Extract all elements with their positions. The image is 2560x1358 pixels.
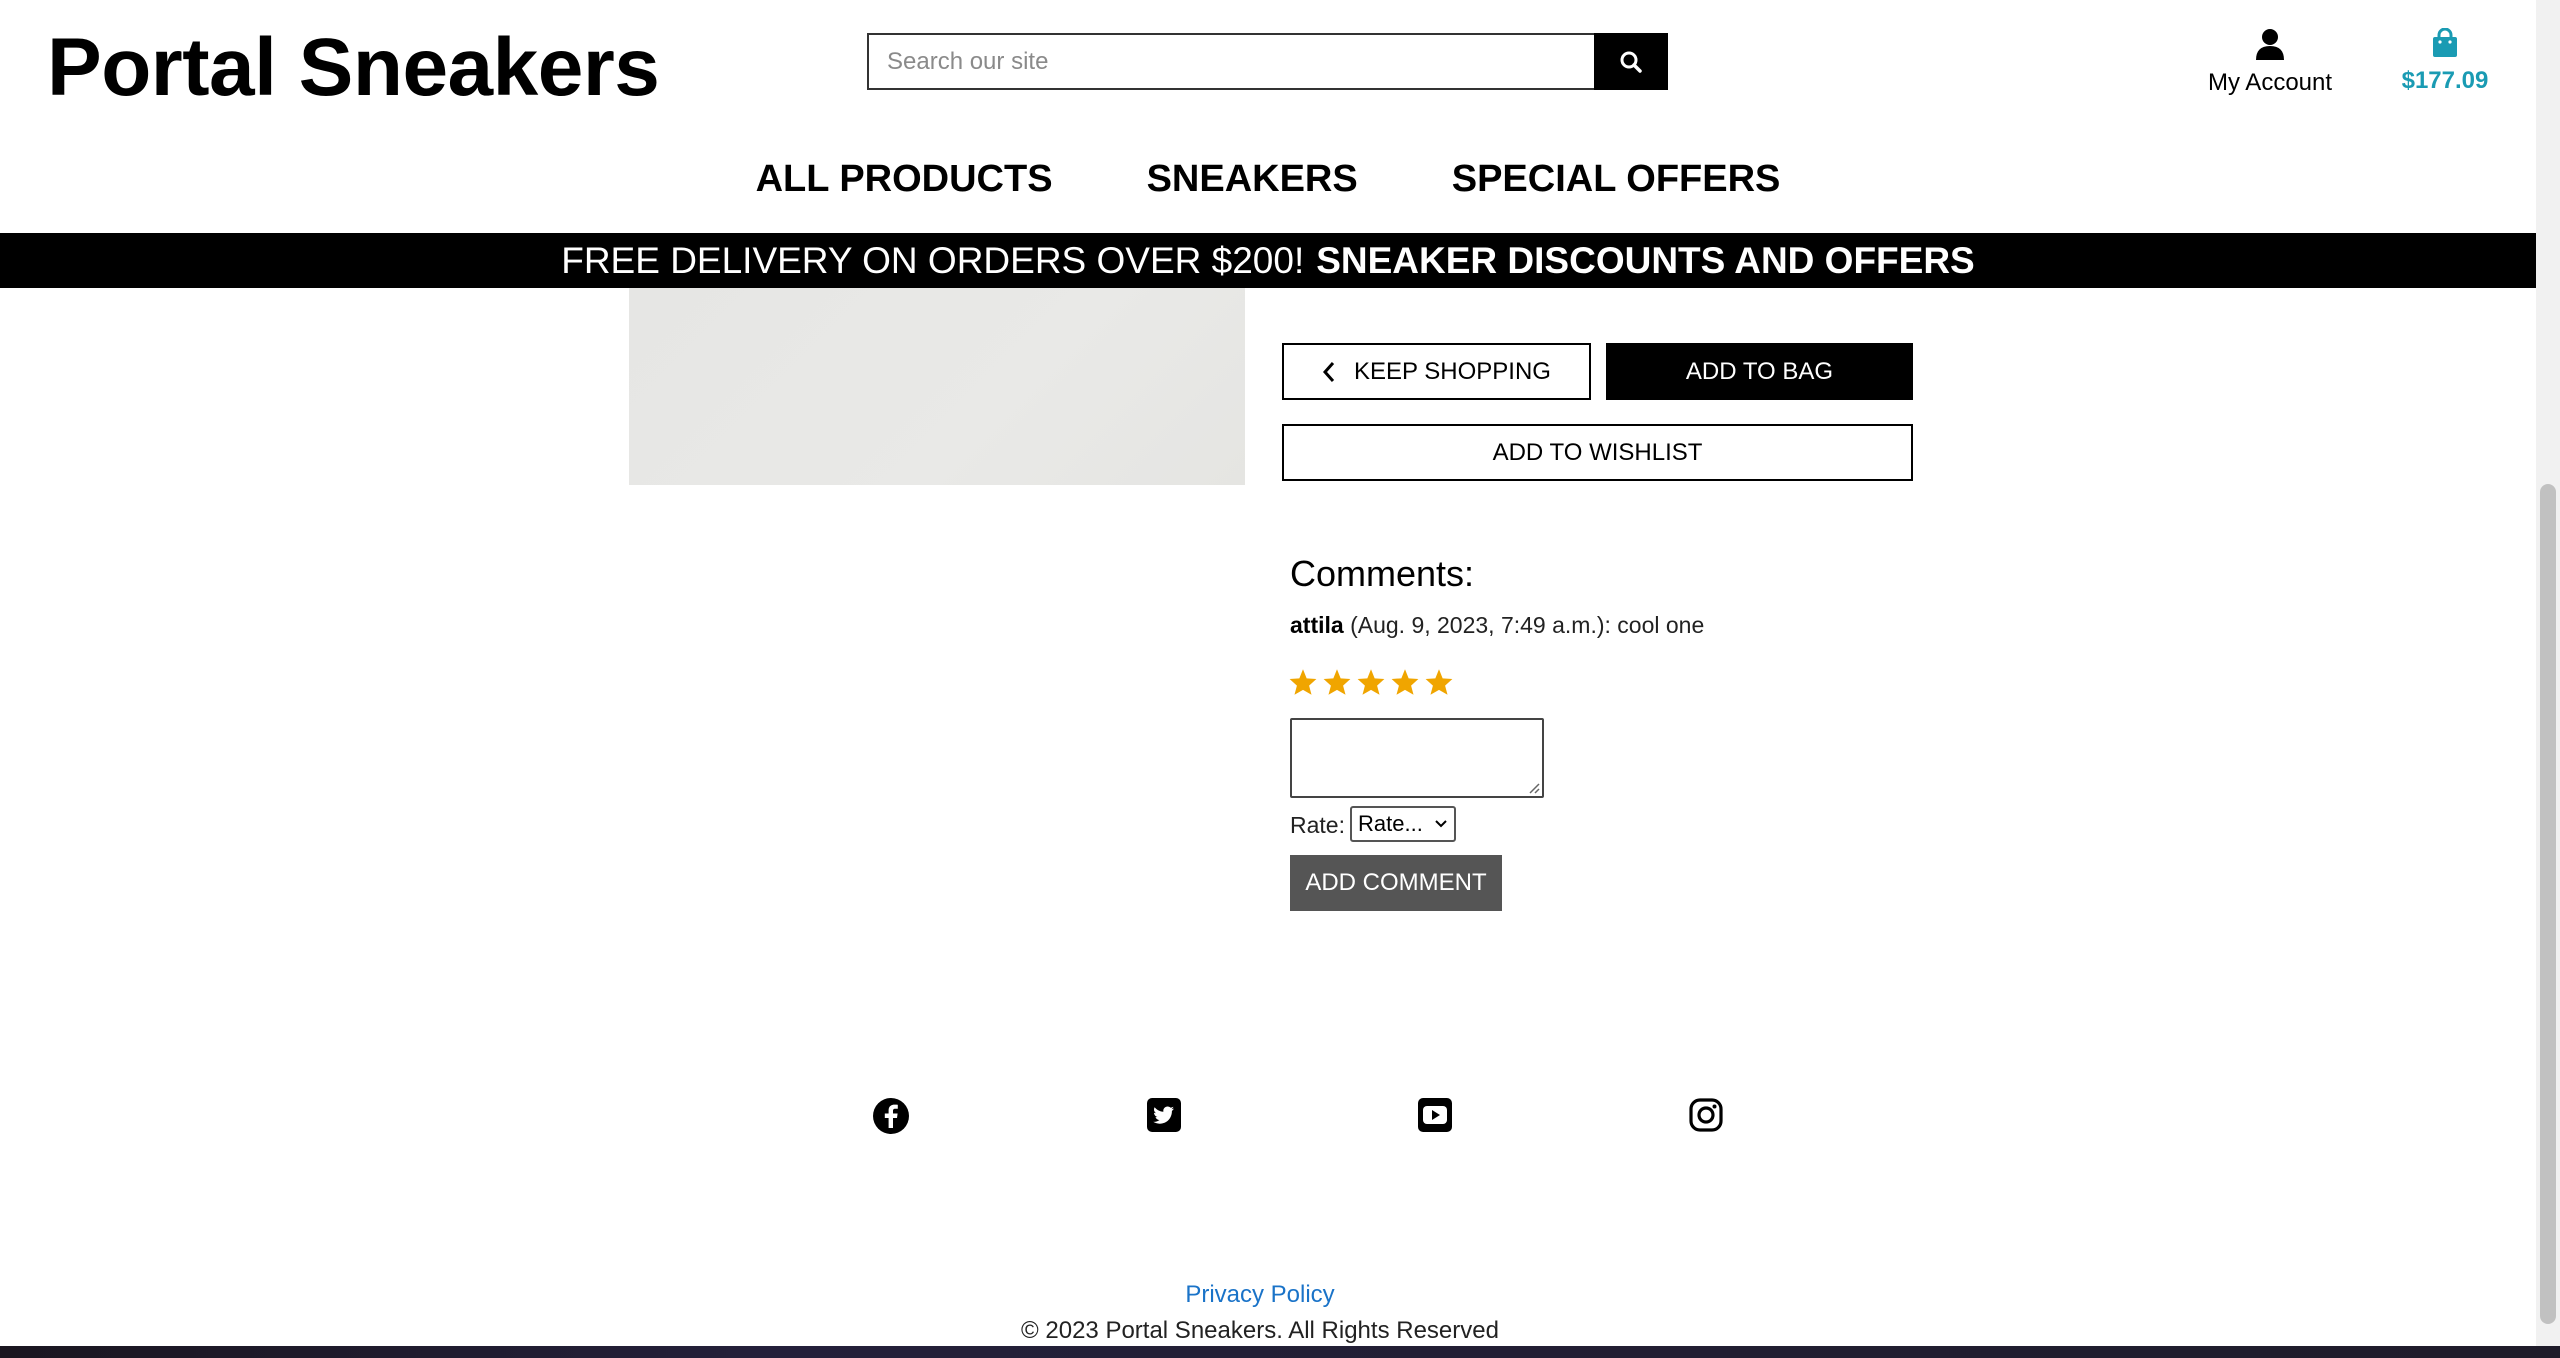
my-account-link[interactable]: My Account <box>2190 28 2350 97</box>
comments-heading: Comments: <box>1290 553 1475 594</box>
instagram-link[interactable] <box>1688 1097 1724 1138</box>
twitter-icon <box>1147 1098 1181 1132</box>
comment-text: cool one <box>1617 612 1705 638</box>
search-bar <box>867 33 1668 92</box>
product-image <box>629 288 1245 485</box>
shopping-bag-link[interactable]: $177.09 <box>2380 27 2510 95</box>
star-icon <box>1323 669 1351 695</box>
search-button[interactable] <box>1594 33 1668 90</box>
chevron-down-icon <box>1435 820 1447 828</box>
add-comment-label: ADD COMMENT <box>1305 869 1487 896</box>
rate-selected-value: Rate... <box>1358 811 1423 836</box>
rate-label: Rate: <box>1290 812 1345 838</box>
star-icon <box>1289 669 1317 695</box>
my-account-label: My Account <box>2207 69 2333 96</box>
star-icon <box>1425 669 1453 695</box>
site-logo[interactable]: Portal Sneakers <box>47 20 660 115</box>
resize-handle-icon[interactable] <box>1528 782 1540 794</box>
bag-total: $177.09 <box>2401 67 2489 94</box>
taskbar-edge <box>0 1346 2560 1358</box>
comment-item: attila (Aug. 9, 2023, 7:49 a.m.): cool o… <box>1290 612 1704 639</box>
comment-rating <box>1288 668 1454 696</box>
nav-sneakers[interactable]: SNEAKERS <box>1147 158 1358 201</box>
nav-special-offers[interactable]: SPECIAL OFFERS <box>1452 158 1781 201</box>
main-nav: ALL PRODUCTS SNEAKERS SPECIAL OFFERS <box>0 158 2536 201</box>
add-to-bag-button[interactable]: ADD TO BAG <box>1606 343 1913 400</box>
keep-shopping-label: KEEP SHOPPING <box>1354 357 1551 385</box>
twitter-link[interactable] <box>1146 1097 1182 1138</box>
add-to-bag-label: ADD TO BAG <box>1685 357 1834 385</box>
scrollbar-thumb[interactable] <box>2540 484 2556 1324</box>
youtube-icon <box>1418 1098 1452 1132</box>
instagram-icon <box>1689 1098 1723 1132</box>
user-icon <box>2256 29 2284 60</box>
nav-all-products[interactable]: ALL PRODUCTS <box>756 158 1053 201</box>
keep-shopping-button[interactable]: KEEP SHOPPING <box>1282 343 1591 400</box>
shopping-bag-icon <box>2433 27 2457 57</box>
privacy-policy-link[interactable]: Privacy Policy <box>0 1281 2520 1309</box>
search-icon <box>1620 51 1642 73</box>
rate-select[interactable]: Rate... <box>1350 806 1456 842</box>
chevron-left-icon <box>1323 361 1335 382</box>
add-to-wishlist-button[interactable]: ADD TO WISHLIST <box>1282 424 1913 481</box>
star-icon <box>1391 669 1419 695</box>
star-icon <box>1357 669 1385 695</box>
banner-text: FREE DELIVERY ON ORDERS OVER $200! <box>561 239 1305 281</box>
comment-author: attila <box>1290 612 1344 638</box>
banner-highlight: SNEAKER DISCOUNTS AND OFFERS <box>1316 239 1975 281</box>
comment-textarea[interactable] <box>1290 718 1544 798</box>
facebook-link[interactable] <box>872 1097 910 1140</box>
facebook-icon <box>873 1098 909 1134</box>
add-to-wishlist-label: ADD TO WISHLIST <box>1492 438 1703 466</box>
comment-date: (Aug. 9, 2023, 7:49 a.m.): <box>1350 612 1611 638</box>
promo-banner: FREE DELIVERY ON ORDERS OVER $200! SNEAK… <box>0 233 2536 288</box>
copyright-text: © 2023 Portal Sneakers. All Rights Reser… <box>1021 1317 1499 1344</box>
youtube-link[interactable] <box>1417 1097 1453 1138</box>
add-comment-button[interactable]: ADD COMMENT <box>1290 855 1502 911</box>
search-input[interactable] <box>867 33 1594 90</box>
